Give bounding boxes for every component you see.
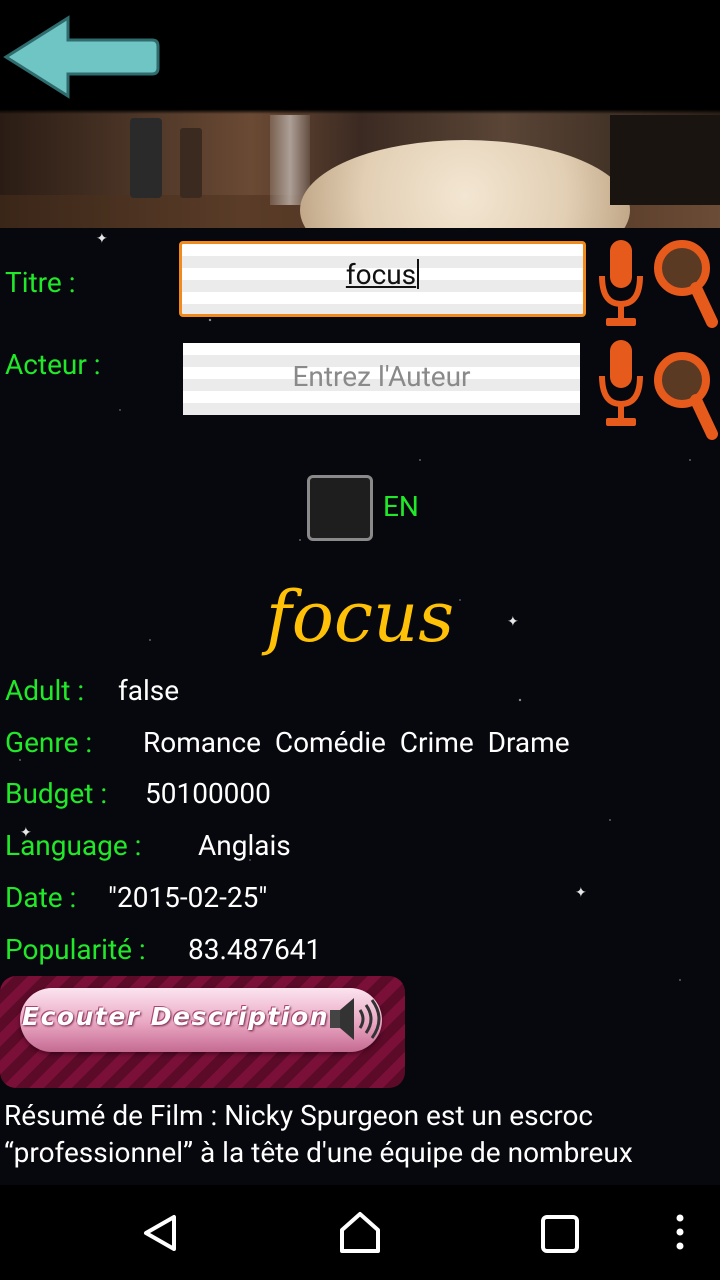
language-value: Anglais (198, 829, 291, 862)
system-navigation-bar (0, 1185, 720, 1280)
budget-label: Budget : (5, 777, 108, 810)
header-banner-image (0, 0, 720, 228)
popularity-label: Popularité : (5, 933, 146, 966)
star-sparkle: ✦ (96, 231, 108, 247)
genre-label: Genre : (5, 726, 93, 759)
english-checkbox-label: EN (383, 490, 419, 523)
actor-microphone-icon[interactable] (598, 338, 644, 430)
actor-search-icon[interactable] (654, 344, 718, 444)
actor-input-placeholder: Entrez l'Auteur (292, 360, 471, 393)
title-label: Titre : (5, 266, 76, 299)
english-checkbox[interactable] (307, 475, 373, 541)
title-search-icon[interactable] (654, 232, 718, 332)
date-value: "2015-02-25" (108, 881, 268, 914)
nav-recents-icon[interactable] (530, 1185, 590, 1280)
listen-description-label: Ecouter Description (22, 1002, 330, 1031)
overflow-menu-icon[interactable] (665, 1185, 695, 1280)
actor-input[interactable]: Entrez l'Auteur (183, 343, 580, 415)
adult-label: Adult : (5, 674, 85, 707)
title-microphone-icon[interactable] (598, 238, 644, 330)
nav-back-icon[interactable] (130, 1185, 190, 1280)
actor-label: Acteur : (5, 348, 101, 381)
listen-description-button[interactable]: Ecouter Description (0, 976, 405, 1088)
title-input[interactable]: focus (179, 241, 586, 317)
speaker-icon (330, 998, 381, 1040)
genre-value: Romance Comédie Crime Drame (143, 726, 570, 759)
movie-title: focus (265, 576, 455, 658)
title-input-value: focus (345, 258, 417, 291)
date-label: Date : (5, 881, 77, 914)
star-sparkle: ✦ (575, 885, 587, 901)
language-label: Language : (5, 829, 142, 862)
budget-value: 50100000 (145, 777, 271, 810)
movie-summary: Résumé de Film : Nicky Spurgeon est un e… (4, 1099, 633, 1169)
adult-value: false (118, 674, 180, 707)
popularity-value: 83.487641 (188, 933, 322, 966)
back-arrow-icon[interactable] (2, 14, 160, 100)
nav-home-icon[interactable] (330, 1185, 390, 1280)
